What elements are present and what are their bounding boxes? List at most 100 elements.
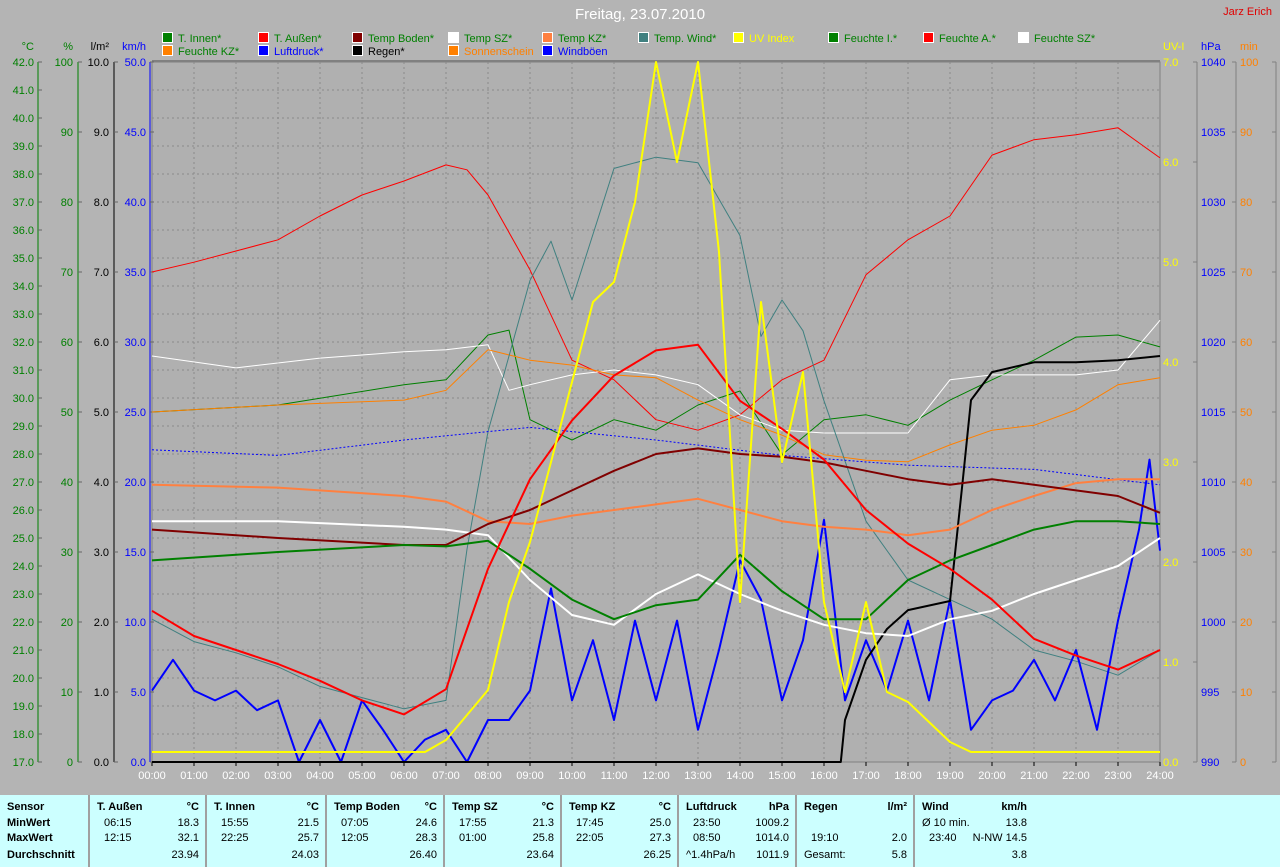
table-column: Temp KZ °C 17:45 25.0 22:05 27.3 26.25 bbox=[560, 795, 679, 867]
legend-item: Windböen bbox=[542, 45, 608, 58]
table-column: Luftdruck hPa 23:50 1009.2 08:50 1014.0 ^1.4hP… bbox=[677, 795, 797, 867]
x-tick-label: 01:00 bbox=[180, 770, 208, 782]
table-cell: 07:05 bbox=[341, 817, 369, 829]
legend-label: Feuchte A.* bbox=[939, 33, 996, 45]
table-column: Regen l/m² 19:10 2.0 Gesamt: 5.8 bbox=[795, 795, 915, 867]
y-tick-label-sun: 90 bbox=[1240, 127, 1252, 139]
y-tick-label-temp: 21.0 bbox=[13, 645, 34, 657]
y-tick-label-temp: 40.0 bbox=[13, 113, 34, 125]
table-column: Sensor MinWert MaxWert Durchschnitt bbox=[0, 795, 88, 867]
x-tick-label: 04:00 bbox=[306, 770, 334, 782]
y-tick-label-temp: 17.0 bbox=[13, 757, 34, 769]
y-tick-label-rain: 7.0 bbox=[94, 267, 109, 279]
y-tick-label-hum: 30 bbox=[61, 547, 73, 559]
legend-swatch bbox=[733, 32, 744, 43]
y-tick-label-wind: 15.0 bbox=[125, 547, 146, 559]
y-tick-label-sun: 10 bbox=[1240, 687, 1252, 699]
table-cell: 22:25 bbox=[221, 832, 249, 844]
table-cell: l/m² bbox=[887, 801, 907, 813]
table-cell: °C bbox=[306, 801, 319, 813]
y-tick-label-press: 1030 bbox=[1201, 197, 1225, 209]
table-cell: 24.03 bbox=[291, 849, 319, 861]
legend-item: Temp. Wind* bbox=[638, 32, 716, 45]
x-tick-label: 00:00 bbox=[138, 770, 166, 782]
table-cell: MinWert bbox=[7, 817, 51, 829]
y-tick-label-uv: 7.0 bbox=[1163, 57, 1178, 69]
y-axis-unit-uv: UV-I bbox=[1163, 41, 1184, 53]
y-tick-label-press: 1025 bbox=[1201, 267, 1225, 279]
x-tick-label: 20:00 bbox=[978, 770, 1006, 782]
legend-label: T. Außen* bbox=[274, 33, 322, 45]
y-axis-unit-wind: km/h bbox=[122, 41, 146, 53]
table-cell: 12:05 bbox=[341, 832, 369, 844]
y-tick-label-hum: 20 bbox=[61, 617, 73, 629]
y-axis-unit-hum: % bbox=[63, 41, 73, 53]
table-cell: 13.8 bbox=[1005, 817, 1027, 829]
y-tick-label-temp: 32.0 bbox=[13, 337, 34, 349]
table-cell: Wind bbox=[922, 801, 949, 813]
table-cell: Temp SZ bbox=[452, 801, 498, 813]
table-cell: 1011.9 bbox=[756, 849, 789, 861]
x-tick-label: 03:00 bbox=[264, 770, 292, 782]
table-cell: °C bbox=[541, 801, 554, 813]
legend-swatch bbox=[352, 45, 363, 56]
legend-swatch bbox=[828, 32, 839, 43]
x-tick-label: 06:00 bbox=[390, 770, 418, 782]
statistics-table: Sensor MinWert MaxWert Durchschnitt T. Außen… bbox=[0, 795, 1280, 867]
legend-label: Feuchte KZ* bbox=[178, 46, 240, 58]
y-tick-label-temp: 41.0 bbox=[13, 85, 34, 97]
y-tick-label-hum: 90 bbox=[61, 127, 73, 139]
table-cell: 25.8 bbox=[532, 832, 554, 844]
y-tick-label-press: 1015 bbox=[1201, 407, 1225, 419]
legend-swatch bbox=[258, 32, 269, 43]
table-cell: 22:05 bbox=[576, 832, 604, 844]
x-tick-label: 21:00 bbox=[1020, 770, 1048, 782]
table-cell: 23.94 bbox=[171, 849, 199, 861]
y-tick-label-wind: 10.0 bbox=[125, 617, 146, 629]
legend-swatch bbox=[352, 32, 363, 43]
table-cell: Temp Boden bbox=[334, 801, 400, 813]
table-cell: °C bbox=[424, 801, 437, 813]
y-tick-label-wind: 40.0 bbox=[125, 197, 146, 209]
y-tick-label-sun: 80 bbox=[1240, 197, 1252, 209]
y-tick-label-uv: 1.0 bbox=[1163, 657, 1178, 669]
legend-swatch bbox=[448, 45, 459, 56]
y-tick-label-sun: 70 bbox=[1240, 267, 1252, 279]
table-column: Wind km/h Ø 10 min. 13.8 23:40 N-NW 14.5 3.8 bbox=[913, 795, 1035, 867]
table-cell: km/h bbox=[1001, 801, 1027, 813]
y-tick-label-sun: 60 bbox=[1240, 337, 1252, 349]
y-axis-unit-sun: min bbox=[1240, 41, 1258, 53]
x-tick-label: 14:00 bbox=[726, 770, 754, 782]
table-cell: T. Außen bbox=[97, 801, 143, 813]
y-tick-label-press: 1005 bbox=[1201, 547, 1225, 559]
legend-label: UV Index bbox=[749, 33, 795, 45]
y-axis-unit-press: hPa bbox=[1201, 41, 1221, 53]
y-tick-label-rain: 4.0 bbox=[94, 477, 109, 489]
y-tick-label-uv: 2.0 bbox=[1163, 557, 1178, 569]
y-tick-label-temp: 31.0 bbox=[13, 365, 34, 377]
y-tick-label-wind: 0.0 bbox=[131, 757, 146, 769]
table-cell: 26.40 bbox=[409, 849, 437, 861]
legend-swatch bbox=[1018, 32, 1029, 43]
legend-item: Temp KZ* bbox=[542, 32, 606, 45]
y-tick-label-wind: 20.0 bbox=[125, 477, 146, 489]
table-cell: Regen bbox=[804, 801, 838, 813]
y-tick-label-wind: 35.0 bbox=[125, 267, 146, 279]
weather-chart: 00:00 01:00 02:00 03:00 04:00 05:00 06:00 07:00… bbox=[13, 41, 1277, 782]
y-tick-label-sun: 30 bbox=[1240, 547, 1252, 559]
y-tick-label-temp: 22.0 bbox=[13, 617, 34, 629]
legend-item: Feuchte SZ* bbox=[1018, 32, 1095, 45]
y-tick-label-hum: 60 bbox=[61, 337, 73, 349]
x-tick-label: 19:00 bbox=[936, 770, 964, 782]
table-cell: hPa bbox=[768, 801, 789, 813]
legend-label: Temp KZ* bbox=[558, 33, 607, 45]
y-tick-label-uv: 0.0 bbox=[1163, 757, 1178, 769]
y-tick-label-temp: 33.0 bbox=[13, 309, 34, 321]
y-axis-unit-rain: l/m² bbox=[91, 41, 110, 53]
y-tick-label-rain: 9.0 bbox=[94, 127, 109, 139]
legend-swatch bbox=[162, 32, 173, 43]
y-tick-label-sun: 0 bbox=[1240, 757, 1246, 769]
y-tick-label-temp: 38.0 bbox=[13, 169, 34, 181]
legend-item: Regen* bbox=[352, 45, 405, 58]
y-tick-label-press: 995 bbox=[1201, 687, 1219, 699]
